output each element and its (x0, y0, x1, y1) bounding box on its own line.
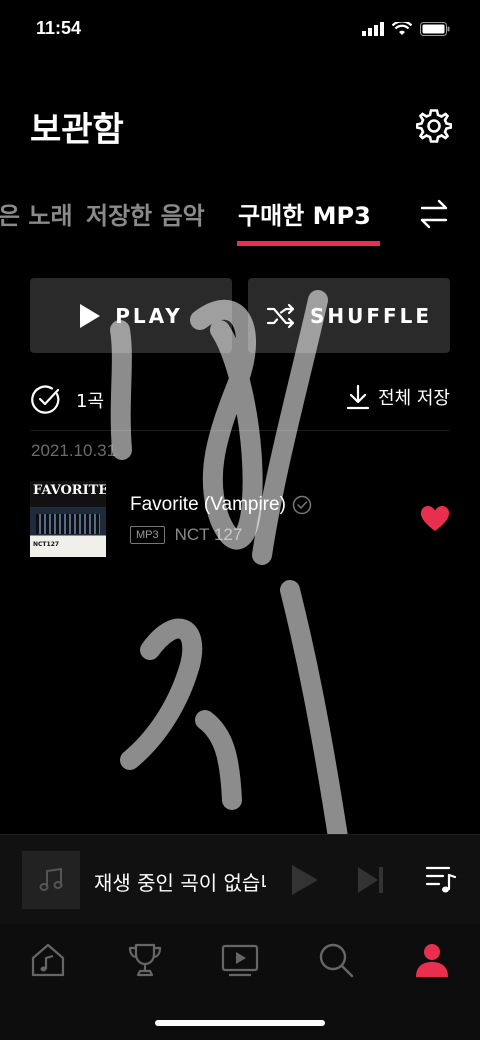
search-icon (319, 943, 354, 978)
shuffle-label: SHUFFLE (309, 303, 433, 328)
tab-saved-music[interactable]: 저장한 음악 (86, 196, 205, 231)
shuffle-icon (266, 303, 295, 328)
music-note-icon (39, 867, 63, 891)
library-tabs: 은 노래 저장한 음악 구매한 MP3 (0, 190, 480, 250)
album-cover: FAVORITE NCT127 (30, 481, 106, 557)
play-icon (80, 303, 101, 328)
status-icons (362, 22, 450, 36)
nav-home[interactable] (28, 940, 68, 980)
status-bar: 11:54 (0, 0, 480, 58)
list-item[interactable]: FAVORITE NCT127 Favorite (Vampire) MP3 N… (30, 481, 450, 557)
mini-play-button[interactable] (290, 863, 320, 901)
swap-order-button[interactable] (416, 196, 452, 232)
verified-check-icon (292, 495, 312, 515)
video-icon (221, 944, 259, 977)
save-all-button[interactable]: 전체 저장 (346, 384, 450, 410)
song-meta: MP3 NCT 127 (130, 525, 242, 545)
signal-icon (362, 22, 384, 36)
play-all-button[interactable]: PLAY (30, 278, 232, 353)
profile-icon (416, 944, 448, 977)
nav-chart[interactable] (125, 940, 165, 980)
album-cover-artist: NCT127 (33, 541, 60, 548)
save-all-label: 전체 저장 (378, 388, 450, 409)
page-title: 보관함 (30, 110, 124, 150)
swap-arrows-icon (420, 199, 448, 229)
mini-next-button[interactable] (356, 863, 386, 901)
play-icon (292, 865, 318, 895)
purchase-date: 2021.10.31 (31, 441, 117, 460)
download-icon (346, 384, 370, 410)
like-button[interactable] (420, 505, 450, 533)
shuffle-button[interactable]: SHUFFLE (248, 278, 450, 353)
settings-button[interactable] (415, 108, 453, 144)
song-title: Favorite (Vampire) (130, 494, 312, 516)
wifi-icon (392, 22, 412, 35)
tab-liked-songs[interactable]: 은 노래 (0, 196, 73, 231)
status-time: 11:54 (36, 18, 82, 38)
album-cover-photo (36, 514, 100, 534)
playlist-icon (425, 866, 457, 893)
nav-search[interactable] (316, 940, 356, 980)
playback-actions: PLAY SHUFFLE (30, 278, 450, 353)
now-playing-text: 재생 중인 곡이 없습니다 (94, 871, 266, 895)
check-circle-icon (31, 385, 60, 414)
select-all-button[interactable]: 1곡 (30, 384, 104, 416)
mini-player[interactable]: 재생 중인 곡이 없습니다 (0, 834, 480, 924)
mini-player-art (22, 851, 80, 909)
song-count: 1곡 (76, 391, 105, 412)
skip-next-icon (358, 867, 383, 893)
battery-icon (420, 22, 450, 36)
list-toolbar: 1곡 전체 저장 (30, 380, 450, 422)
nav-library[interactable] (412, 940, 452, 980)
artist-name: NCT 127 (174, 525, 243, 544)
playlist-button[interactable] (425, 863, 457, 899)
home-indicator[interactable] (155, 1020, 325, 1026)
gear-icon (415, 109, 453, 143)
music-home-icon (31, 943, 65, 977)
active-tab-indicator (237, 241, 380, 246)
bottom-nav (0, 924, 480, 1040)
divider (30, 430, 450, 431)
album-cover-title: FAVORITE (33, 483, 106, 498)
tab-purchased-mp3[interactable]: 구매한 MP3 (238, 196, 371, 231)
heart-icon (421, 506, 449, 531)
trophy-icon (128, 943, 162, 977)
nav-video[interactable] (220, 940, 260, 980)
mp3-badge: MP3 (130, 526, 165, 544)
play-label: PLAY (115, 303, 183, 328)
song-title-text: Favorite (Vampire) (130, 494, 286, 515)
